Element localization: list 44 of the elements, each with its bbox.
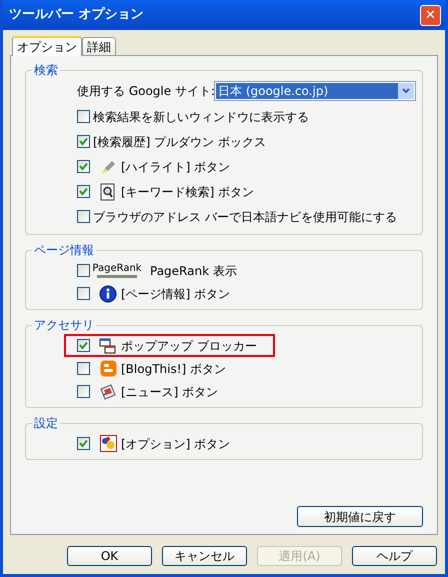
options-icon bbox=[100, 435, 116, 452]
checkbox[interactable] bbox=[77, 437, 90, 450]
option-label: [ニュース] ボタン bbox=[121, 384, 218, 400]
checkbox[interactable] bbox=[77, 160, 90, 173]
group-title: 検索 bbox=[33, 62, 59, 79]
checkbox[interactable] bbox=[77, 110, 90, 123]
checkbox[interactable] bbox=[77, 339, 90, 352]
checkbox[interactable] bbox=[77, 264, 90, 277]
checkbox[interactable] bbox=[77, 287, 90, 300]
newspaper-icon bbox=[99, 382, 117, 400]
checkbox[interactable] bbox=[77, 362, 90, 375]
dialog-button[interactable]: キャンセル bbox=[162, 546, 247, 566]
checkbox[interactable] bbox=[77, 210, 90, 223]
option-label: [検索履歴] プルダウン ボックス bbox=[93, 134, 266, 150]
magnifier-page-icon bbox=[100, 182, 116, 200]
checkbox[interactable] bbox=[77, 135, 90, 148]
group-title: ページ情報 bbox=[33, 242, 95, 259]
dialog-button[interactable]: ヘルプ bbox=[352, 546, 437, 566]
option-label: [ハイライト] ボタン bbox=[121, 158, 230, 176]
group-title: アクセサリ bbox=[33, 317, 95, 334]
group-title: 設定 bbox=[33, 415, 59, 432]
window-title: ツールバー オプション bbox=[9, 6, 144, 24]
checkbox[interactable] bbox=[77, 385, 90, 398]
option-label: ポップアップ ブロッカー bbox=[121, 338, 257, 354]
option-label: 検索結果を新しいウィンドウに表示する bbox=[93, 108, 309, 126]
info-icon bbox=[99, 284, 117, 302]
windows-icon bbox=[99, 338, 117, 354]
option-label: [オプション] ボタン bbox=[121, 436, 230, 452]
close-button[interactable]: ✕ bbox=[420, 4, 441, 26]
checkbox[interactable] bbox=[77, 185, 90, 198]
site-label: 使用する Google サイト: bbox=[77, 83, 214, 100]
option-label: ブラウザのアドレス バーで日本語ナビを使用可能にする bbox=[93, 208, 397, 226]
blogger-icon bbox=[100, 360, 116, 377]
option-label: [キーワード検索] ボタン bbox=[121, 184, 254, 200]
reset-button[interactable]: 初期値に戻す bbox=[297, 506, 423, 527]
option-label: PageRank 表示 bbox=[150, 262, 237, 280]
tab[interactable]: 詳細 bbox=[82, 37, 116, 55]
option-label: [ページ情報] ボタン bbox=[121, 286, 230, 302]
option-label: [BlogThis!] ボタン bbox=[121, 360, 226, 378]
tab[interactable]: オプション bbox=[12, 36, 82, 56]
caret-icon bbox=[402, 88, 410, 94]
site-select[interactable]: 日本 (google.co.jp) bbox=[214, 81, 416, 101]
pagerank-badge: PageRank bbox=[94, 263, 140, 278]
dialog-button[interactable]: OK bbox=[67, 546, 152, 566]
